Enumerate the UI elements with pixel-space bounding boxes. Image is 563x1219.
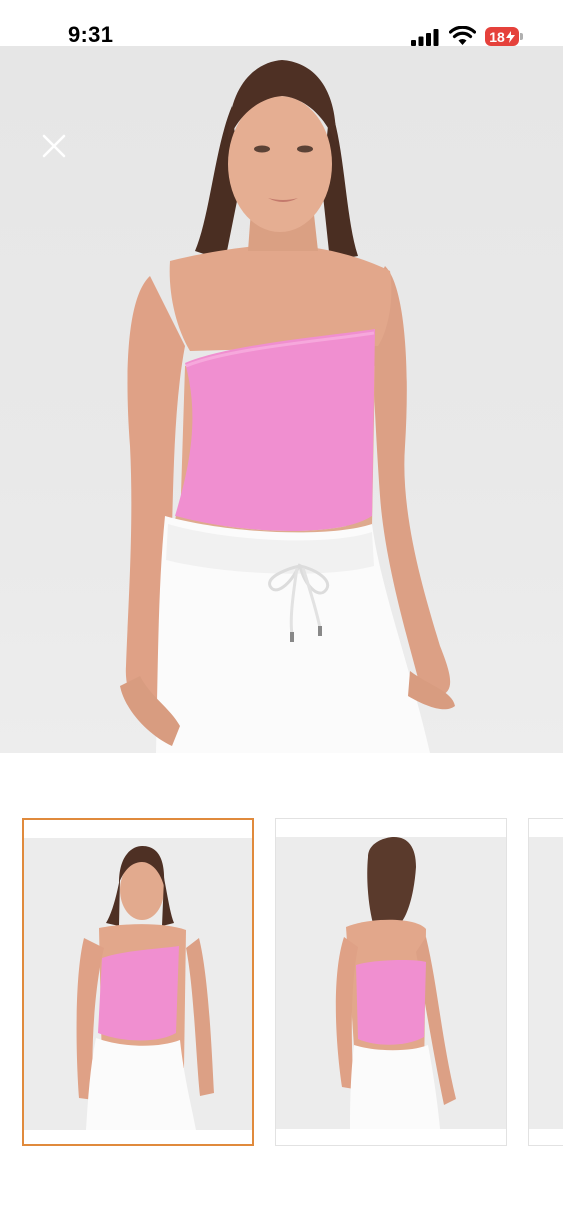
thumbnail-photo-front bbox=[24, 838, 252, 1130]
thumbnail-photo-partial bbox=[529, 837, 563, 1129]
signal-icon bbox=[411, 29, 439, 46]
status-time: 9:31 bbox=[68, 22, 114, 47]
product-main-image[interactable] bbox=[0, 46, 563, 753]
model-front-mini bbox=[76, 846, 214, 1130]
model-back-mini bbox=[335, 837, 456, 1129]
battery-icon: 18 bbox=[485, 27, 519, 46]
battery-tip bbox=[520, 33, 523, 40]
charging-bolt-icon bbox=[505, 30, 515, 43]
status-bar: 9:31 18 bbox=[0, 0, 563, 47]
thumbnail-photo-back bbox=[276, 837, 506, 1129]
thumbnail-strip bbox=[0, 818, 563, 1150]
wifi-icon bbox=[449, 26, 476, 45]
model-photo bbox=[120, 60, 455, 753]
thumbnail-partial-next[interactable] bbox=[528, 818, 563, 1146]
battery-level: 18 bbox=[489, 28, 505, 45]
thumbnail-front-view[interactable] bbox=[22, 818, 254, 1146]
thumbnail-back-view[interactable] bbox=[275, 818, 507, 1146]
close-icon[interactable] bbox=[38, 130, 70, 162]
